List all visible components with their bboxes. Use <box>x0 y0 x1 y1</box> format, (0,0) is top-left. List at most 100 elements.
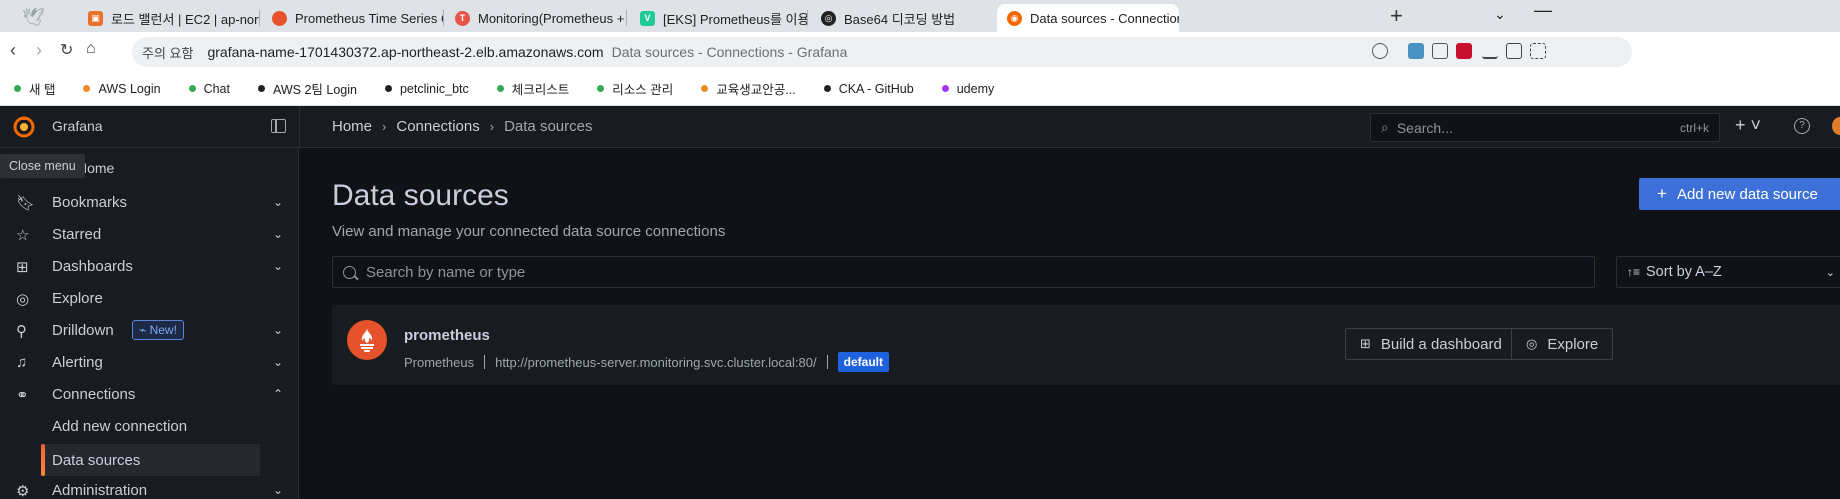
sidebar-item-label: Explore <box>52 289 103 307</box>
plus-icon: + <box>1657 184 1667 203</box>
reload-icon[interactable]: ↻ <box>60 40 73 60</box>
sidebar-item-label: Bookmarks <box>52 193 128 211</box>
bookmark-item[interactable]: Chat <box>188 82 230 96</box>
browser-tab[interactable]: V [EKS] Prometheus를 이용한 <box>640 4 808 32</box>
dock-menu-icon[interactable] <box>271 119 286 133</box>
bookmark-item[interactable]: udemy <box>941 82 994 96</box>
data-source-search-input[interactable]: Search by name or type <box>332 256 1595 288</box>
bookmark-dot-icon <box>384 85 392 92</box>
bookmark-item[interactable]: petclinic_btc <box>384 82 469 96</box>
sidebar-item-explore[interactable]: ◎ Explore <box>0 282 299 314</box>
sidebar-item-starred[interactable]: ☆ Starred ⌄ <box>0 218 299 250</box>
browser-tab[interactable]: ▣ 로드 밸런서 | EC2 | ap-northe <box>88 4 260 32</box>
sidebar-item-alerting[interactable]: ♫ Alerting ⌄ <box>0 346 299 378</box>
bookmark-icon: 🔖︎ <box>16 195 36 212</box>
sidebar-item-administration[interactable]: ⚙ Administration ⌄ <box>0 474 299 499</box>
breadcrumb-home[interactable]: Home <box>332 118 372 135</box>
tab-separator <box>443 10 444 26</box>
browser-tab[interactable]: Prometheus Time Series Colle <box>272 4 444 32</box>
chevron-up-icon[interactable]: ⌃ <box>273 387 283 401</box>
bookmark-item[interactable]: 교육생교안공... <box>701 79 796 98</box>
top-search-input[interactable]: ⌕ Search... ctrl+k <box>1370 113 1720 142</box>
star-icon: ☆ <box>16 227 30 244</box>
browser-tab[interactable]: ◎ Base64 디코딩 방법 <box>821 4 991 32</box>
bookmark-item[interactable]: AWS Login <box>83 81 161 96</box>
new-tab-icon[interactable]: + <box>1390 3 1403 29</box>
chevron-down-icon[interactable]: ⌄ <box>273 323 283 337</box>
forward-icon[interactable]: › <box>36 40 42 61</box>
bookmark-item[interactable]: CKA - GitHub <box>823 81 914 96</box>
chevron-down-icon[interactable]: ⌄ <box>273 483 283 497</box>
data-source-meta: Prometheus http://prometheus-server.moni… <box>404 352 889 372</box>
grid-icon: ⊞ <box>16 259 29 276</box>
sidebar-item-label: Drilldown <box>52 321 114 339</box>
chevron-down-icon[interactable]: ⌄ <box>273 227 283 241</box>
bookmark-dot-icon <box>701 85 709 92</box>
media-icon[interactable] <box>1506 43 1522 59</box>
top-divider <box>299 106 300 148</box>
grafana-brand: Grafana <box>52 118 103 134</box>
url-field[interactable]: 주의 요함 grafana-name-1701430372.ap-northea… <box>132 37 1632 67</box>
tab-title: Monitoring(Prometheus + Gra <box>478 10 627 26</box>
rocket-icon: ⌁ <box>139 323 150 337</box>
data-source-name[interactable]: prometheus <box>404 327 490 344</box>
sort-select[interactable]: ↑≡ Sort by A–Z ⌄ <box>1616 256 1840 288</box>
build-dashboard-button[interactable]: ⊞ Build a dashboard <box>1345 328 1517 360</box>
blog-favicon-icon: T <box>455 10 470 26</box>
bookmark-dot-icon <box>14 85 21 92</box>
translate-extension-icon[interactable] <box>1456 43 1472 59</box>
grafana-logo-icon[interactable] <box>12 115 36 139</box>
minimize-icon[interactable]: — <box>1534 0 1552 21</box>
sidebar-item-drilldown[interactable]: ⚲ Drilldown ⌁ New! ⌄ <box>0 314 299 346</box>
extensions-puzzle-icon[interactable] <box>1432 43 1448 59</box>
download-icon[interactable] <box>1482 43 1498 59</box>
avatar[interactable] <box>1832 117 1840 135</box>
explore-button[interactable]: ◎ Explore <box>1511 328 1614 360</box>
help-icon[interactable]: ? <box>1794 118 1810 134</box>
data-source-card[interactable]: prometheus Prometheus http://prometheus-… <box>332 305 1840 385</box>
sidebar-item-label: Dashboards <box>52 257 133 275</box>
tab-search-icon[interactable]: ⌄ <box>1494 6 1506 23</box>
bookmark-item[interactable]: AWS 2팀 Login <box>257 79 357 98</box>
tab-title: Base64 디코딩 방법 <box>844 11 956 27</box>
sidebar-item-bookmarks[interactable]: 🔖︎ Bookmarks ⌄ <box>0 186 299 218</box>
bookmark-dot-icon <box>188 85 196 92</box>
tab-separator <box>626 10 627 26</box>
top-search-placeholder: Search... <box>1396 119 1453 136</box>
bookmark-item[interactable]: 체크리스트 <box>496 79 569 98</box>
url-page-title: Data sources - Connections - Grafana <box>611 44 848 60</box>
browser-tab-active[interactable]: ◉ Data sources - Connections - <box>997 4 1179 32</box>
sidebar-item-data-sources[interactable]: Data sources <box>41 444 260 476</box>
tab-title: Prometheus Time Series Colle <box>295 10 444 26</box>
link-icon: ⚭ <box>16 387 29 404</box>
extension-icon[interactable] <box>1408 43 1424 59</box>
security-warning[interactable]: 주의 요함 <box>142 43 193 62</box>
browser-tab[interactable]: T Monitoring(Prometheus + Gra <box>455 4 627 32</box>
sidebar-item-dashboards[interactable]: ⊞ Dashboards ⌄ <box>0 250 299 282</box>
bookmark-star-icon[interactable] <box>1372 43 1388 59</box>
sort-label: Sort by A–Z <box>1646 264 1722 280</box>
sidebar-item-label: Administration <box>52 481 148 499</box>
chevron-down-icon[interactable]: ⌄ <box>273 195 283 209</box>
meta-divider <box>484 355 486 369</box>
tab-title: Data sources - Connections - <box>1030 10 1179 26</box>
bookmark-label: CKA - GitHub <box>838 81 914 96</box>
back-icon[interactable]: ‹ <box>10 40 16 61</box>
chevron-down-icon[interactable]: ⌄ <box>273 355 283 369</box>
sidebar-item-connections[interactable]: ⚭ Connections ⌃ <box>0 378 299 410</box>
mega-menu: Close menu Home 🔖︎ Bookmarks ⌄ ☆ Starred… <box>0 148 299 499</box>
main-content: Data sources View and manage your connec… <box>300 148 1840 499</box>
bookmark-dot-icon <box>941 85 949 92</box>
browser-profile-icon[interactable]: 🕊 <box>22 6 48 28</box>
bookmark-item[interactable]: 새 탭 <box>14 79 55 98</box>
bookmark-dot-icon <box>823 85 831 92</box>
chevron-down-icon[interactable]: ⌄ <box>273 259 283 273</box>
breadcrumb-connections[interactable]: Connections <box>396 118 479 135</box>
add-menu-icon[interactable]: + ˅ <box>1735 115 1761 136</box>
add-new-data-source-button[interactable]: + Add new data source <box>1639 178 1840 210</box>
screenshot-icon[interactable] <box>1530 43 1546 59</box>
sidebar-item-add-new-connection[interactable]: Add new connection <box>52 418 187 435</box>
home-icon[interactable]: ⌂ <box>86 40 96 58</box>
bookmark-label: AWS Login <box>98 81 161 96</box>
bookmark-item[interactable]: 리소스 관리 <box>597 79 673 98</box>
